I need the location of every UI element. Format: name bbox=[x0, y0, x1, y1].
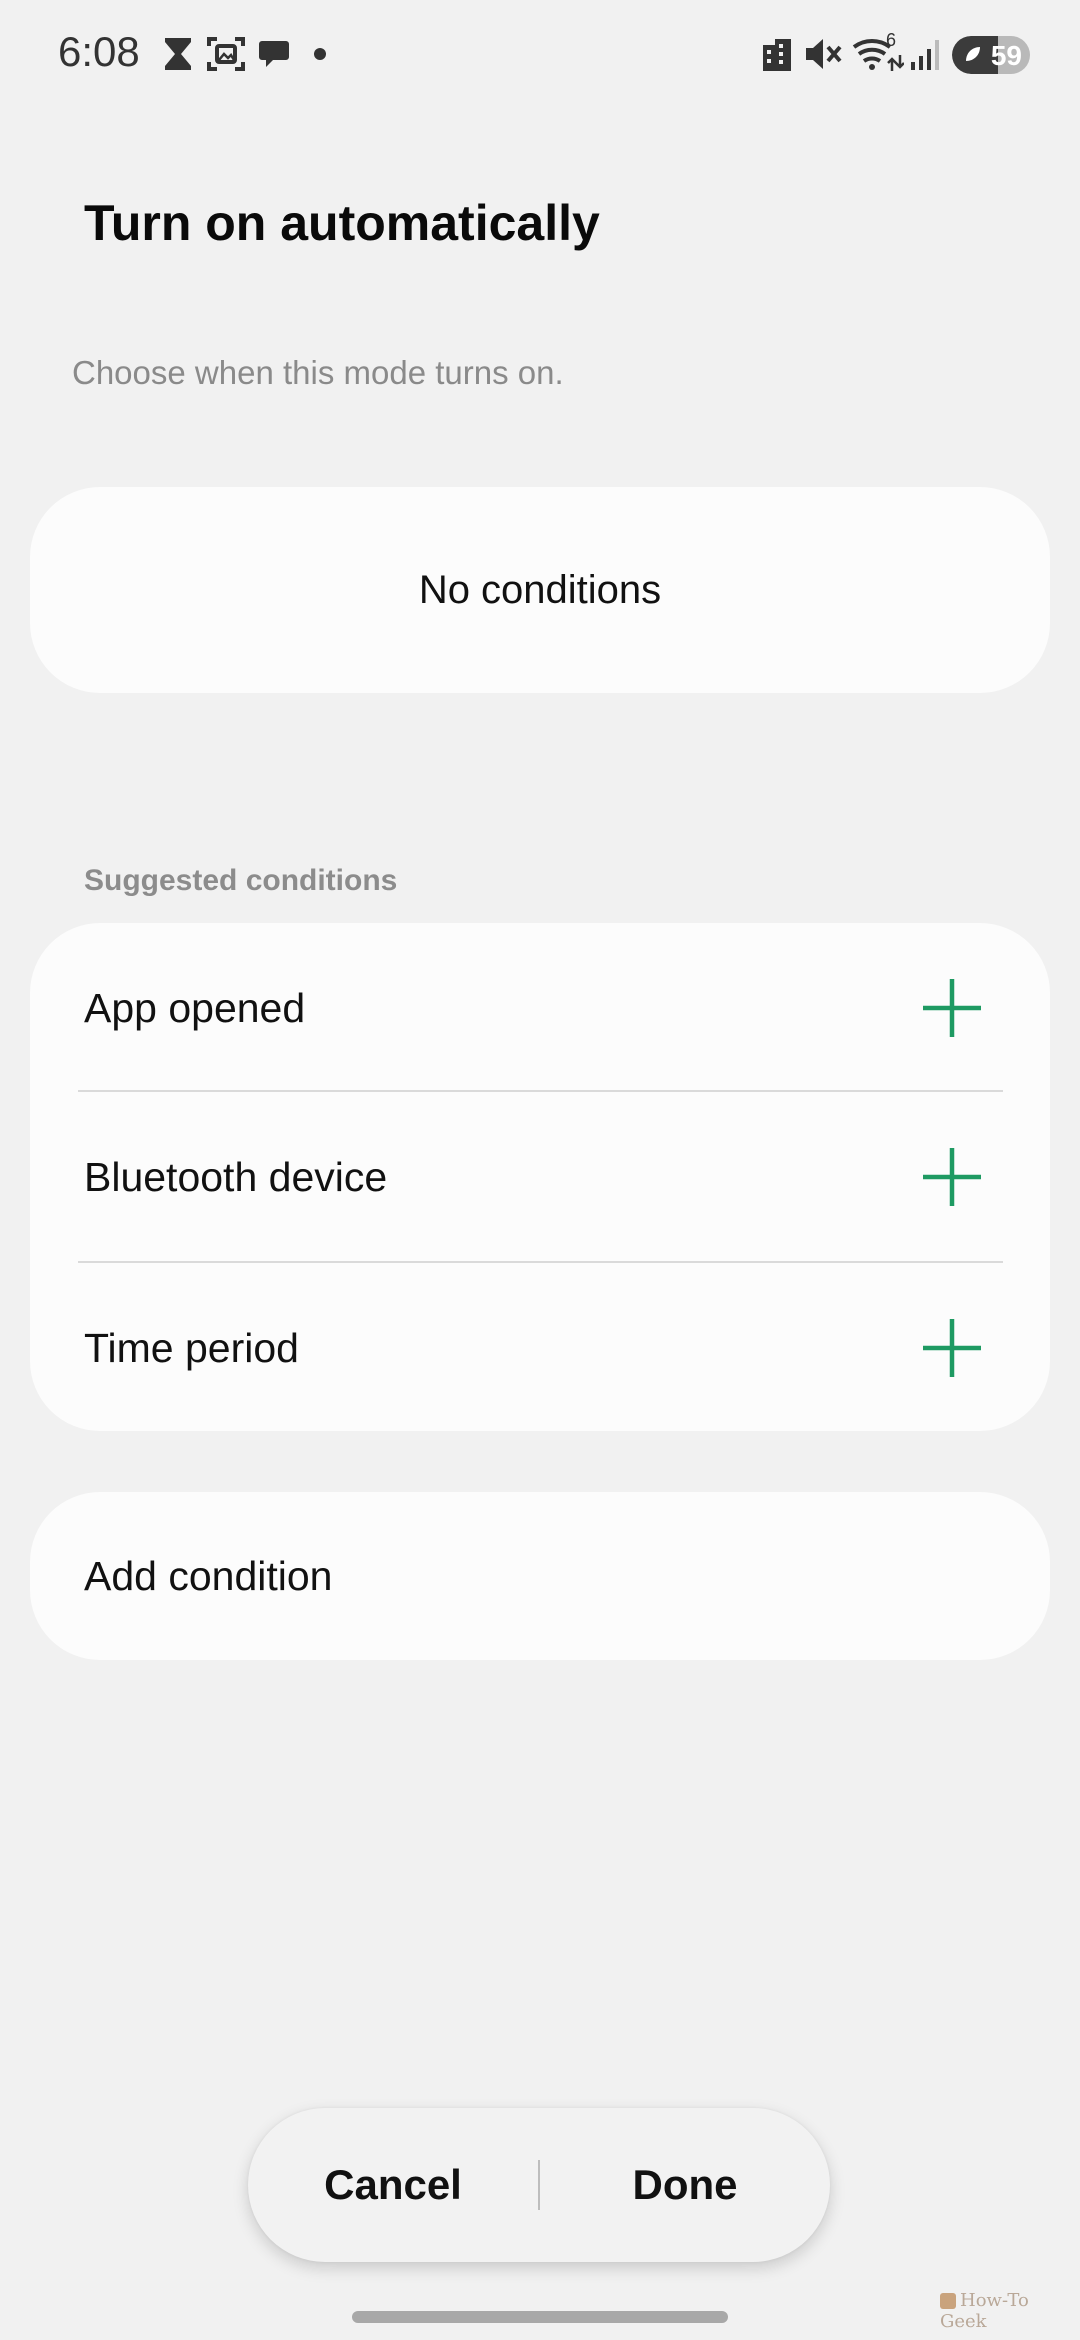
action-bar: Cancel Done bbox=[248, 2108, 830, 2262]
page-title: Turn on automatically bbox=[84, 195, 600, 251]
no-conditions-text: No conditions bbox=[418, 567, 662, 612]
suggested-item-bluetooth-device[interactable]: Bluetooth device bbox=[30, 1092, 1050, 1262]
done-button[interactable]: Done bbox=[540, 2108, 830, 2262]
suggested-item-label: App opened bbox=[84, 984, 306, 1031]
screenshot-icon bbox=[206, 34, 246, 74]
status-bar: 6:08 6 59 bbox=[0, 0, 1080, 110]
add-condition-button[interactable]: Add condition bbox=[30, 1492, 1050, 1660]
page-subtitle: Choose when this mode turns on. bbox=[72, 354, 564, 391]
suggested-item-label: Bluetooth device bbox=[84, 1153, 388, 1200]
current-conditions-card: No conditions bbox=[30, 487, 1050, 693]
suggested-item-label: Time period bbox=[84, 1324, 299, 1371]
watermark: How-To Geek bbox=[940, 2290, 1080, 2332]
wifi-label: 6 bbox=[886, 30, 897, 50]
battery-indicator: 59 bbox=[952, 36, 1030, 74]
chat-bubble-icon bbox=[256, 34, 292, 74]
hourglass-icon bbox=[160, 34, 196, 74]
gesture-nav-handle[interactable] bbox=[352, 2311, 728, 2323]
suggested-item-time-period[interactable]: Time period bbox=[30, 1263, 1050, 1433]
signal-icon bbox=[908, 34, 944, 74]
power-saving-icon bbox=[966, 47, 980, 61]
add-icon[interactable] bbox=[917, 1313, 987, 1383]
status-time: 6:08 bbox=[58, 28, 140, 75]
cancel-button[interactable]: Cancel bbox=[248, 2108, 538, 2262]
battery-percent: 59 bbox=[990, 40, 1022, 71]
notification-dot-icon bbox=[314, 48, 326, 60]
add-condition-label: Add condition bbox=[84, 1552, 333, 1599]
suggested-item-app-opened[interactable]: App opened bbox=[30, 923, 1050, 1093]
suggested-conditions-list: App opened Bluetooth device Time period bbox=[30, 923, 1050, 1431]
wifi-icon: 6 bbox=[852, 30, 904, 74]
screen: 6:08 6 59 Turn on automatically Choose w… bbox=[0, 0, 1080, 2340]
watermark-logo-icon bbox=[940, 2293, 956, 2309]
mute-icon bbox=[804, 34, 842, 74]
add-icon[interactable] bbox=[917, 1142, 987, 1212]
building-icon bbox=[760, 34, 794, 74]
suggested-conditions-label: Suggested conditions bbox=[84, 864, 398, 897]
add-icon[interactable] bbox=[917, 973, 987, 1043]
